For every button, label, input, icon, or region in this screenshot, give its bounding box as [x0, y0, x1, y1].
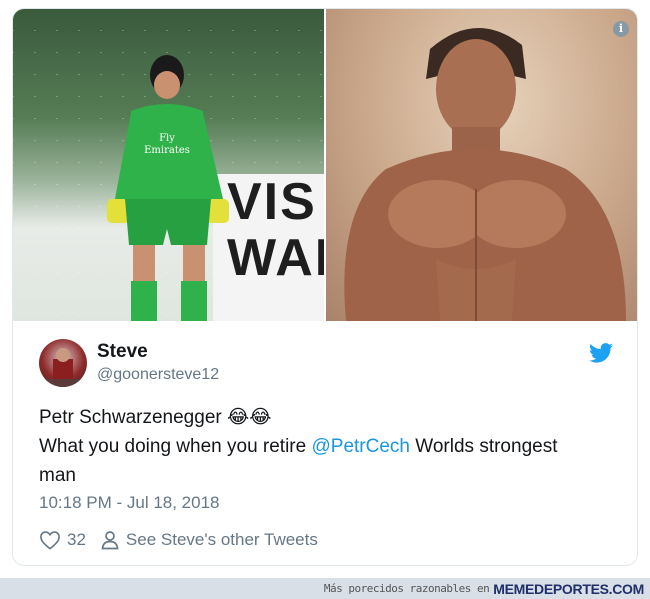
tweet-timestamp[interactable]: 10:18 PM - Jul 18, 2018: [39, 493, 220, 513]
tweet-media[interactable]: VIS WAI Fly Emirates i: [13, 9, 637, 321]
laughing-emoji: 😂😂: [227, 406, 272, 428]
other-tweets-label: See Steve's other Tweets: [125, 530, 318, 549]
tweet-card[interactable]: VIS WAI Fly Emirates i Steve @goonerstev…: [12, 8, 638, 566]
tweet-actions: 32 See Steve's other Tweets: [39, 530, 318, 550]
tweet-text-title: Petr Schwarzenegger: [39, 407, 222, 428]
avatar[interactable]: [39, 339, 87, 387]
author-display-name[interactable]: Steve: [97, 340, 219, 364]
avatar-image: [39, 348, 87, 387]
heart-icon: [40, 531, 60, 550]
twitter-bird-icon[interactable]: [589, 343, 613, 363]
like-count: 32: [67, 530, 86, 549]
tweet-text-prefix: What you doing when you retire: [39, 436, 312, 457]
watermark-brand[interactable]: MEMEDEPORTES.COM: [493, 581, 644, 597]
board-text-top: VIS: [227, 173, 317, 231]
tweet-text-suffix: Worlds strongest: [410, 436, 558, 457]
person-icon: [101, 531, 119, 550]
tweet-text-line2: What you doing when you retire @PetrCech…: [39, 432, 619, 461]
board-text-bottom: WAI: [227, 229, 324, 287]
mention-link[interactable]: @PetrCech: [312, 436, 411, 457]
like-button[interactable]: 32: [39, 530, 86, 550]
shirt-sponsor-line2: Emirates: [144, 145, 190, 156]
other-tweets-link[interactable]: See Steve's other Tweets: [100, 530, 318, 550]
tweet-author[interactable]: Steve @goonersteve12: [39, 339, 219, 387]
bodybuilder-figure: [343, 27, 626, 321]
media-divider: [323, 9, 325, 321]
info-icon[interactable]: i: [613, 21, 629, 37]
shirt-sponsor-line1: Fly: [159, 133, 175, 144]
watermark-prefix: Más porecidos razonables en: [323, 582, 490, 595]
author-handle[interactable]: @goonersteve12: [97, 364, 219, 386]
tweet-text: Petr Schwarzenegger 😂😂 What you doing wh…: [39, 403, 619, 490]
site-watermark-bar: Más porecidos razonables en MEMEDEPORTES…: [0, 578, 650, 599]
photo-bodybuilder[interactable]: i: [325, 9, 637, 321]
photo-goalkeeper[interactable]: VIS WAI Fly Emirates: [13, 9, 324, 321]
goalkeeper-figure: Fly Emirates: [107, 55, 229, 321]
tweet-text-line3: man: [39, 465, 76, 486]
tweet-text-line1: Petr Schwarzenegger 😂😂: [39, 403, 619, 432]
